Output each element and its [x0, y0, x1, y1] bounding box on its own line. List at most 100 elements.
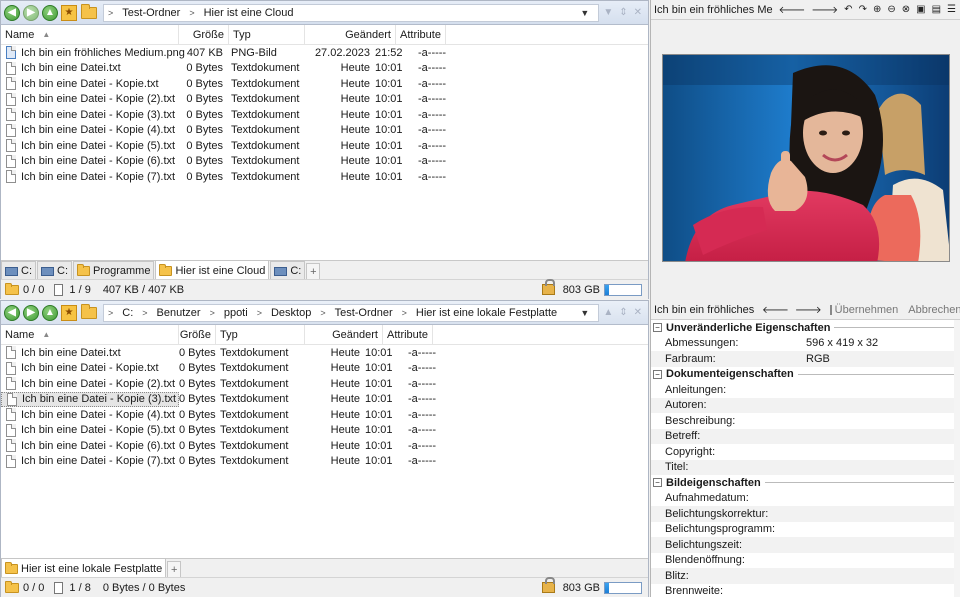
- file-name-cell[interactable]: Ich bin eine Datei - Kopie (6).txt: [1, 154, 179, 169]
- file-name-cell[interactable]: Ich bin eine Datei - Kopie (2).txt: [1, 92, 179, 107]
- swap-icon[interactable]: ⇕: [619, 7, 627, 18]
- table-row[interactable]: Ich bin eine Datei - Kopie (5).txt 0 Byte…: [1, 423, 648, 439]
- table-row[interactable]: Ich bin eine Datei - Kopie (3).txt 0 Byte…: [1, 107, 648, 123]
- up-icon[interactable]: ▲: [42, 4, 58, 21]
- table-row[interactable]: Ich bin eine Datei.txt 0 Bytes Textdokumen…: [1, 61, 648, 77]
- property-section-header[interactable]: − Unveränderliche Eigenschaften: [651, 320, 960, 336]
- table-row[interactable]: Ich bin eine Datei.txt 0 Bytes Textdokumen…: [1, 345, 648, 361]
- property-row[interactable]: Beschreibung:: [651, 413, 960, 429]
- add-tab-button[interactable]: +: [167, 561, 182, 578]
- property-row[interactable]: Anleitungen:: [651, 382, 960, 398]
- property-row[interactable]: Belichtungszeit:: [651, 537, 960, 553]
- table-row[interactable]: Ich bin eine Datei - Kopie (2).txt 0 Byte…: [1, 376, 648, 392]
- table-row[interactable]: Ich bin eine Datei - Kopie (5).txt 0 Byte…: [1, 138, 648, 154]
- table-row[interactable]: Ich bin eine Datei - Kopie.txt 0 Bytes Tex…: [1, 76, 648, 92]
- table-row[interactable]: Ich bin eine Datei - Kopie (6).txt 0 Byte…: [1, 154, 648, 170]
- breadcrumb-item[interactable]: C:: [122, 307, 133, 319]
- property-row[interactable]: Abmessungen: 596 x 419 x 32: [651, 336, 960, 352]
- chevron-down-icon[interactable]: ▼: [580, 308, 589, 318]
- file-name-cell[interactable]: Ich bin eine Datei - Kopie (2).txt: [1, 376, 179, 391]
- tab-drive[interactable]: C:: [37, 261, 72, 280]
- column-name[interactable]: Name ▲: [1, 25, 179, 44]
- breadcrumb-item[interactable]: Desktop: [271, 307, 311, 319]
- cancel-button[interactable]: Abbrechen: [908, 304, 960, 316]
- up-icon[interactable]: ▲: [42, 304, 58, 321]
- file-name-cell[interactable]: Ich bin ein fröhliches Medium.png: [1, 45, 185, 60]
- arrow-left-icon[interactable]: 🡐: [779, 4, 806, 16]
- arrow-left-icon[interactable]: 🡐: [762, 304, 789, 316]
- collapse-icon[interactable]: −: [653, 323, 662, 333]
- file-name-cell[interactable]: Ich bin eine Datei - Kopie.txt: [1, 361, 179, 376]
- table-row[interactable]: Ich bin ein fröhliches Medium.png 407 KB P…: [1, 45, 648, 61]
- column-type[interactable]: Typ: [229, 25, 305, 44]
- tab-folder[interactable]: Hier ist eine Cloud: [155, 260, 270, 280]
- file-name-cell[interactable]: Ich bin eine Datei - Kopie (3).txt: [1, 107, 179, 122]
- property-row[interactable]: Titel:: [651, 459, 960, 475]
- property-section-header[interactable]: − Bildeigenschaften: [651, 475, 960, 491]
- favorites-icon[interactable]: ★: [61, 4, 77, 21]
- property-row[interactable]: Belichtungsprogramm:: [651, 522, 960, 538]
- property-row[interactable]: Autoren:: [651, 397, 960, 413]
- table-row[interactable]: Ich bin eine Datei - Kopie (3).txt 0 Byte…: [1, 391, 648, 408]
- column-type[interactable]: Typ: [216, 325, 305, 344]
- table-row[interactable]: Ich bin eine Datei - Kopie.txt 0 Bytes Tex…: [1, 361, 648, 377]
- collapse-icon[interactable]: −: [653, 369, 662, 379]
- breadcrumb[interactable]: > Test-Ordner > Hier ist eine Cloud ▼: [103, 3, 600, 22]
- breadcrumb-item[interactable]: Benutzer: [157, 307, 201, 319]
- file-name-cell[interactable]: Ich bin eine Datei - Kopie (5).txt: [1, 423, 179, 438]
- property-row[interactable]: Aufnahmedatum:: [651, 491, 960, 507]
- forward-icon[interactable]: ▶: [23, 304, 39, 321]
- property-section-header[interactable]: − Dokumenteigenschaften: [651, 367, 960, 383]
- tab-drive[interactable]: C:: [1, 261, 36, 280]
- back-icon[interactable]: ◀: [4, 304, 20, 321]
- add-tab-button[interactable]: +: [306, 263, 321, 280]
- breadcrumb-item[interactable]: Hier ist eine Cloud: [204, 7, 294, 19]
- file-name-cell[interactable]: Ich bin eine Datei.txt: [1, 61, 179, 76]
- property-row[interactable]: Betreff:: [651, 428, 960, 444]
- property-row[interactable]: Farbraum: RGB: [651, 351, 960, 367]
- swap-icon[interactable]: ⇕: [619, 307, 627, 318]
- close-icon[interactable]: ✕: [634, 307, 642, 318]
- apply-checkbox[interactable]: [829, 304, 832, 315]
- forward-icon[interactable]: ▶: [23, 4, 39, 21]
- collapse-icon[interactable]: ▼: [603, 7, 613, 18]
- rotate-right-icon[interactable]: ↷: [859, 4, 867, 15]
- property-row[interactable]: Blitz:: [651, 568, 960, 584]
- property-row[interactable]: Blendenöffnung:: [651, 553, 960, 569]
- bottom-file-pane[interactable]: ◀ ▶ ▲ ★ > C: > Benutzer > ppoti > Deskto…: [0, 300, 649, 597]
- zoom-out-icon[interactable]: ⊖: [887, 4, 895, 15]
- property-row[interactable]: Belichtungskorrektur:: [651, 506, 960, 522]
- tab-folder[interactable]: Programme: [73, 261, 155, 280]
- breadcrumb-item[interactable]: Hier ist eine lokale Festplatte: [416, 307, 557, 319]
- close-icon[interactable]: ✕: [634, 7, 642, 18]
- property-value[interactable]: 596 x 419 x 32: [806, 337, 878, 349]
- property-row[interactable]: Brennweite:: [651, 584, 960, 597]
- vertical-scrollbar[interactable]: [954, 320, 960, 597]
- collapse-icon[interactable]: −: [653, 478, 662, 488]
- file-name-cell[interactable]: Ich bin eine Datei - Kopie (5).txt: [1, 138, 179, 153]
- column-modified[interactable]: Geändert: [305, 325, 383, 344]
- column-size[interactable]: Größe: [179, 25, 229, 44]
- file-name-cell[interactable]: Ich bin eine Datei - Kopie (4).txt: [1, 123, 179, 138]
- property-value[interactable]: RGB: [806, 353, 830, 365]
- file-name-cell[interactable]: Ich bin eine Datei - Kopie.txt: [1, 76, 179, 91]
- breadcrumb-item[interactable]: ppoti: [224, 307, 248, 319]
- expand-icon[interactable]: ▲: [603, 307, 613, 318]
- table-row[interactable]: Ich bin eine Datei - Kopie (4).txt 0 Byte…: [1, 407, 648, 423]
- top-file-pane[interactable]: ◀ ▶ ▲ ★ > Test-Ordner > Hier ist eine Cl…: [0, 0, 649, 299]
- tab-drive[interactable]: C:: [270, 261, 306, 280]
- rotate-left-icon[interactable]: ↶: [844, 4, 852, 15]
- column-attributes[interactable]: Attribute: [396, 25, 446, 44]
- table-row[interactable]: Ich bin eine Datei - Kopie (7).txt 0 Byte…: [1, 454, 648, 470]
- apply-button[interactable]: Übernehmen: [835, 304, 899, 316]
- file-name-cell[interactable]: Ich bin eine Datei - Kopie (6).txt: [1, 438, 179, 453]
- menu-icon[interactable]: ☰: [947, 4, 956, 15]
- arrow-right-icon[interactable]: 🡒: [811, 4, 838, 16]
- file-name-cell[interactable]: Ich bin eine Datei - Kopie (4).txt: [1, 407, 179, 422]
- column-attributes[interactable]: Attribute: [383, 325, 433, 344]
- breadcrumb-item[interactable]: Test-Ordner: [335, 307, 393, 319]
- breadcrumb-item[interactable]: Test-Ordner: [122, 7, 180, 19]
- table-row[interactable]: Ich bin eine Datei - Kopie (2).txt 0 Byte…: [1, 92, 648, 108]
- file-name-cell[interactable]: Ich bin eine Datei - Kopie (7).txt: [1, 454, 179, 469]
- window-icon[interactable]: ▤: [932, 4, 941, 15]
